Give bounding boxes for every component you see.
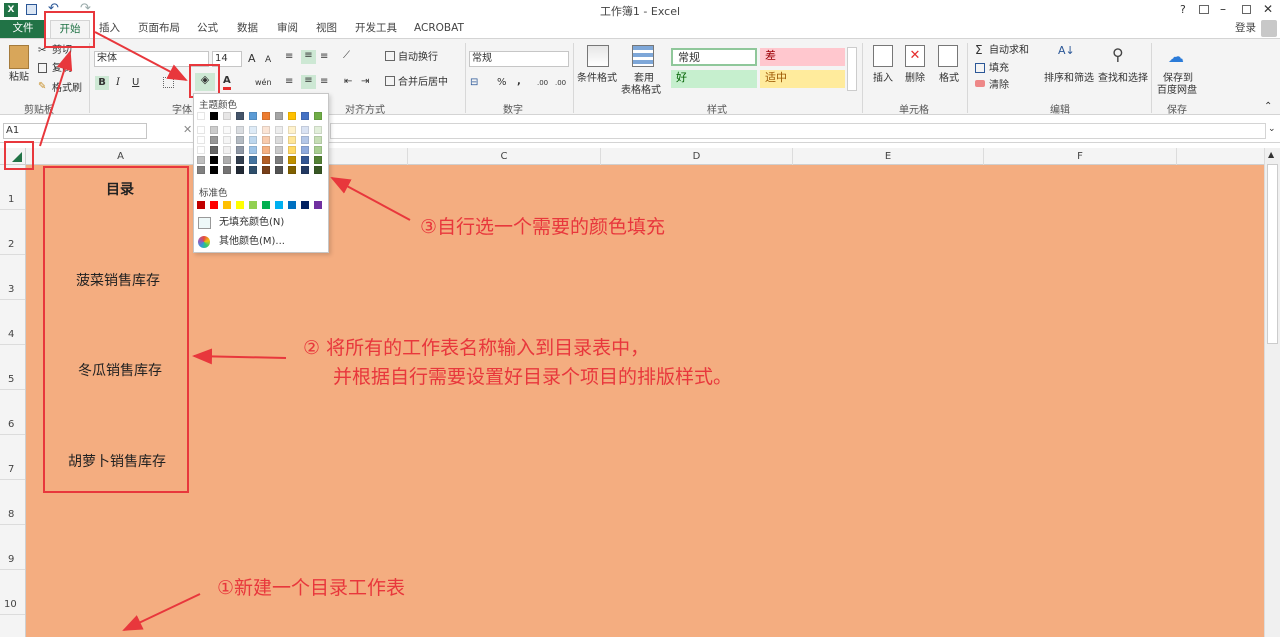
arrow-to-palette: [330, 177, 411, 221]
arrow-to-toc: [192, 348, 287, 365]
arrow-to-home-tab: [39, 50, 73, 147]
arrow-to-sheet-tab: [122, 593, 201, 631]
annotation-arrows: [39, 31, 411, 631]
arrow-to-fill-color: [94, 31, 188, 81]
excel-window: X ↶ ↷ 工作簿1 - Excel ? – ✕ 文件 开始 插入 页面布局 公…: [0, 0, 1280, 637]
